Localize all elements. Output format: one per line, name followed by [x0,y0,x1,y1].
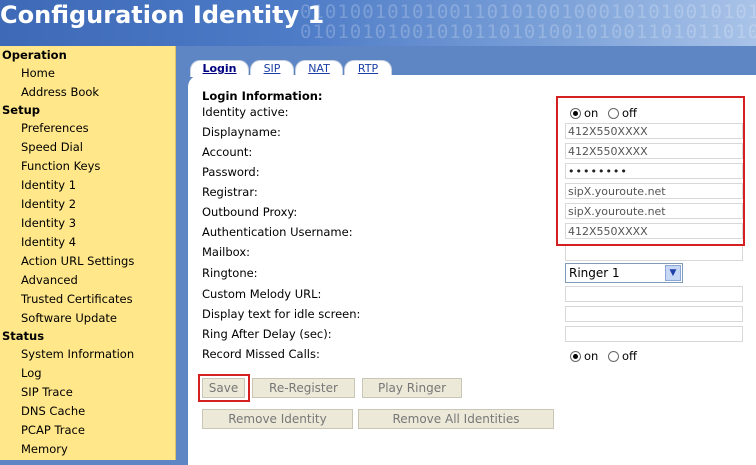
display-text-idle-input[interactable] [565,306,743,322]
sidebar-item-identity-2[interactable]: Identity 2 [21,197,76,211]
section-title: Login Information: [202,89,323,103]
sidebar-item-dns-cache[interactable]: DNS Cache [21,404,85,418]
sidebar-item-address-book[interactable]: Address Book [21,85,99,99]
identity-active-label: Identity active: [202,105,289,119]
play-ringer-button[interactable]: Play Ringer [362,378,462,398]
sidebar-item-identity-3[interactable]: Identity 3 [21,216,76,230]
custom-melody-url-input[interactable] [565,286,743,302]
highlight-box-fields [556,96,745,246]
mailbox-input[interactable] [565,245,743,261]
sidebar-item-identity-4[interactable]: Identity 4 [21,235,76,249]
ringtone-select[interactable]: Ringer 1 ▼ [565,263,683,283]
sidebar-item-action-url-settings[interactable]: Action URL Settings [21,254,134,268]
radio-checked-icon [570,350,581,362]
sidebar-item-advanced[interactable]: Advanced [21,273,78,287]
remove-identity-button[interactable]: Remove Identity [202,409,353,429]
ring-after-delay-label: Ring After Delay (sec): [202,327,332,341]
sidebar-item-software-update[interactable]: Software Update [21,311,117,325]
ringtone-label: Ringtone: [202,266,258,280]
sidebar-section-operation: Operation [2,48,67,62]
sidebar-item-pcap-trace[interactable]: PCAP Trace [21,423,85,437]
auth-username-label: Authentication Username: [202,225,353,239]
sidebar-item-memory[interactable]: Memory [21,442,68,456]
sidebar-item-preferences[interactable]: Preferences [21,121,89,135]
ring-after-delay-input[interactable] [565,326,743,342]
record-missed-calls-label: Record Missed Calls: [202,347,320,361]
remove-all-identities-button[interactable]: Remove All Identities [358,409,554,429]
sidebar: Operation Home Address Book Setup Prefer… [0,46,176,460]
registrar-label: Registrar: [202,185,258,199]
sidebar-item-log[interactable]: Log [21,366,42,380]
outbound-proxy-label: Outbound Proxy: [202,205,298,219]
chevron-down-icon[interactable]: ▼ [665,265,681,281]
record-missed-calls-off-radio[interactable]: off [608,349,637,363]
display-text-idle-label: Display text for idle screen: [202,307,361,321]
password-label: Password: [202,165,260,179]
highlight-box-save [198,374,250,402]
sidebar-item-function-keys[interactable]: Function Keys [21,159,100,173]
page-title: Configuration Identity 1 [0,1,325,29]
sidebar-item-speed-dial[interactable]: Speed Dial [21,140,83,154]
custom-melody-url-label: Custom Melody URL: [202,287,322,301]
account-label: Account: [202,145,253,159]
sidebar-item-system-information[interactable]: System Information [21,347,134,361]
displayname-label: Displayname: [202,125,281,139]
binary-decoration: 0101001010100110101001000101010010101 01… [300,1,756,43]
sidebar-item-sip-trace[interactable]: SIP Trace [21,385,73,399]
sidebar-section-setup: Setup [2,103,40,117]
sidebar-item-trusted-certificates[interactable]: Trusted Certificates [21,292,133,306]
sidebar-item-home[interactable]: Home [21,66,55,80]
re-register-button[interactable]: Re-Register [252,378,355,398]
radio-unchecked-icon [608,350,619,362]
mailbox-label: Mailbox: [202,245,251,259]
record-missed-calls-on-radio[interactable]: on [570,349,598,363]
page-header: 0101001010100110101001000101010010101 01… [0,0,756,46]
sidebar-item-identity-1[interactable]: Identity 1 [21,178,76,192]
sidebar-section-status: Status [2,329,45,343]
